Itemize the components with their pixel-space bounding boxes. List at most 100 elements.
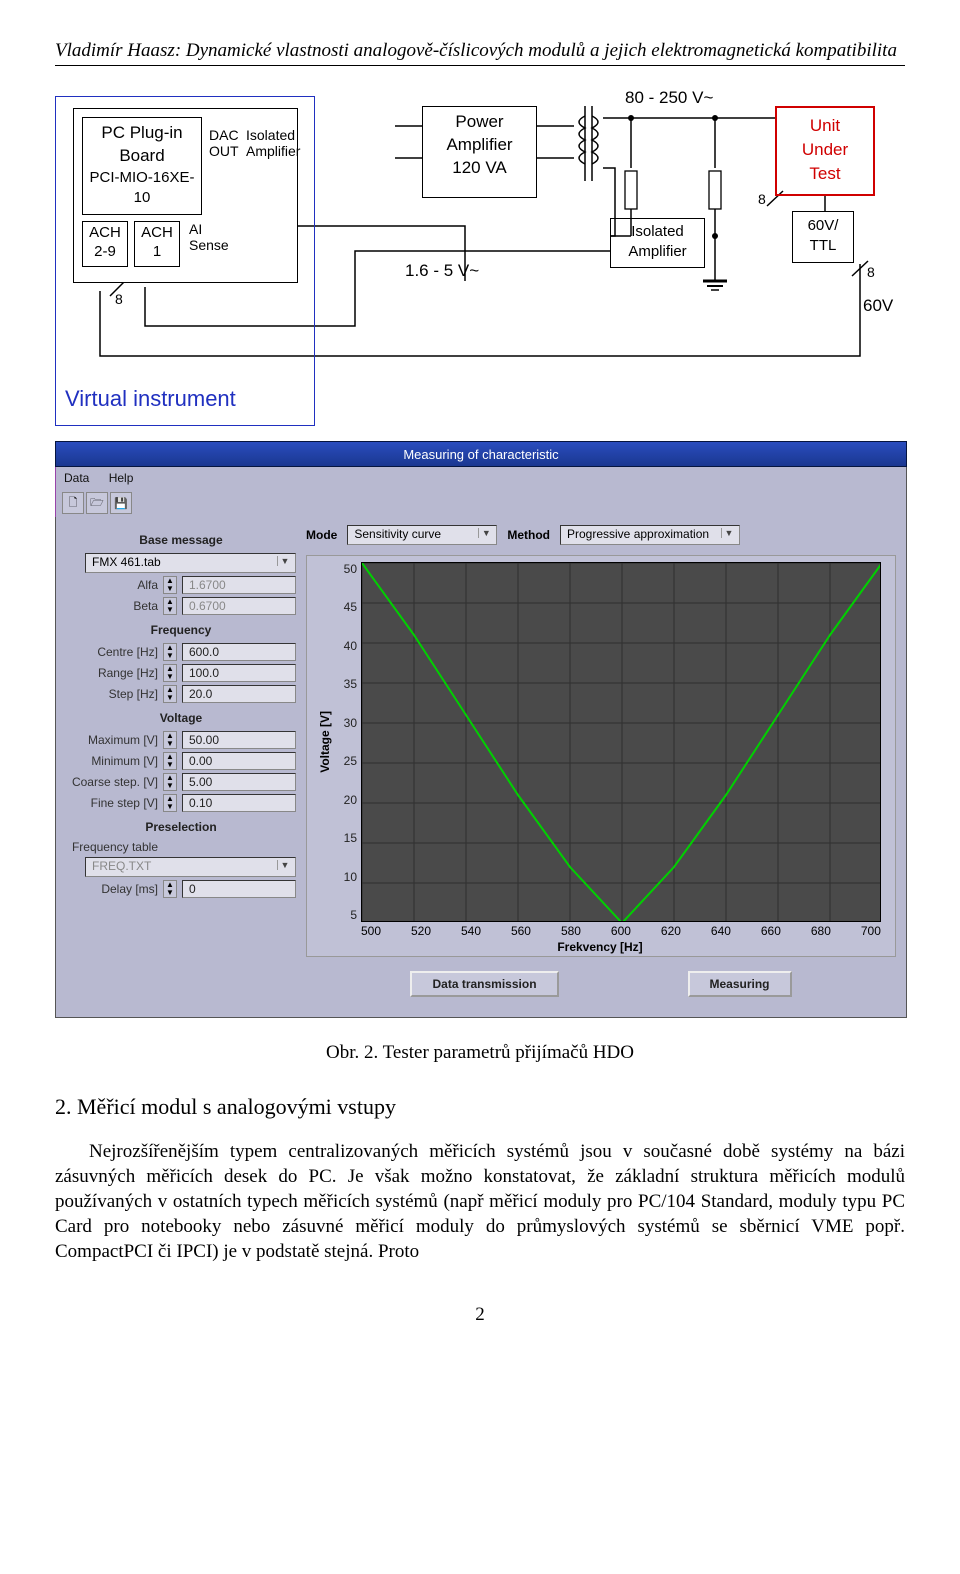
- range-label: Range [Hz]: [66, 666, 158, 680]
- group-frequency: Frequency: [66, 623, 296, 637]
- output-voltage-label: 1.6 - 5 V~: [405, 261, 479, 281]
- bus-width-8a: 8: [115, 291, 123, 307]
- software-screenshot: Measuring of characteristic Data Help 🗋 …: [55, 441, 907, 1018]
- unit-under-test-box: Unit Under Test: [775, 106, 875, 196]
- group-base-message: Base message: [66, 533, 296, 547]
- ach1-l2: 1: [135, 243, 179, 262]
- dac-out-label: DAC OUT: [209, 127, 239, 159]
- 60v-ttl-box: 60V/ TTL: [792, 211, 854, 263]
- measuring-button[interactable]: Measuring: [688, 971, 792, 997]
- vttl-l2: TTL: [793, 236, 853, 256]
- pa-l1: Power: [423, 111, 536, 134]
- data-transmission-button[interactable]: Data transmission: [410, 971, 558, 997]
- centre-label: Centre [Hz]: [66, 645, 158, 659]
- pcb-line1: PC Plug-in: [83, 122, 201, 145]
- step-label: Step [Hz]: [66, 687, 158, 701]
- centre-field[interactable]: 600.0: [182, 643, 296, 661]
- section-heading: 2. Měřicí modul s analogovými vstupy: [55, 1094, 905, 1120]
- freq-table-combo[interactable]: FREQ.TXT: [85, 857, 296, 877]
- ia2-l2: Amplifier: [611, 242, 704, 262]
- ai-sense-label: AI Sense: [189, 221, 229, 253]
- max-label: Maximum [V]: [66, 733, 158, 747]
- pcb-line2: Board: [83, 145, 201, 168]
- uut-l3: Test: [777, 162, 873, 186]
- settings-panel: Base message FMX 461.tab Alfa ▲▼ 1.6700 …: [66, 525, 296, 1003]
- beta-label: Beta: [66, 599, 158, 613]
- ach29-l2: 2-9: [83, 243, 127, 262]
- new-icon[interactable]: 🗋: [62, 492, 84, 514]
- isolated-amp-1-label: Isolated Amplifier: [246, 127, 300, 159]
- coarse-step-field[interactable]: 5.00: [182, 773, 296, 791]
- ia2-l1: Isolated: [611, 222, 704, 242]
- alfa-label: Alfa: [66, 578, 158, 592]
- method-combo[interactable]: Progressive approximation: [560, 525, 740, 545]
- range-stepper[interactable]: ▲▼: [163, 664, 177, 682]
- delay-field[interactable]: 0: [182, 880, 296, 898]
- plot-yticks: 5045403530252015105: [335, 562, 361, 922]
- max-field[interactable]: 50.00: [182, 731, 296, 749]
- fine-step-field[interactable]: 0.10: [182, 794, 296, 812]
- group-voltage: Voltage: [66, 711, 296, 725]
- power-amplifier-box: Power Amplifier 120 VA: [422, 106, 537, 198]
- pcb-line3: PCI-MIO-16XE-10: [83, 168, 201, 209]
- plot-ylabel: Voltage [V]: [318, 711, 332, 773]
- dac-l2: OUT: [209, 143, 239, 159]
- block-diagram: Virtual instrument PC Plug-in Board PCI-…: [55, 96, 905, 431]
- ach-1-box: ACH 1: [134, 221, 180, 267]
- plot-canvas: [361, 562, 881, 922]
- open-icon[interactable]: 🗁: [86, 492, 108, 514]
- mode-combo[interactable]: Sensitivity curve: [347, 525, 497, 545]
- min-stepper[interactable]: ▲▼: [163, 752, 177, 770]
- pa-l3: 120 VA: [423, 157, 536, 180]
- plot-xticks: 500520540560580600620640660680700: [361, 924, 881, 938]
- virtual-instrument-label: Virtual instrument: [65, 386, 236, 412]
- bus-width-8b: 8: [758, 191, 766, 207]
- body-text: Nejrozšířenějším typem centralizovaných …: [55, 1141, 905, 1262]
- alfa-stepper[interactable]: ▲▼: [163, 576, 177, 594]
- mode-label: Mode: [306, 528, 337, 542]
- body-paragraph: Nejrozšířenějším typem centralizovaných …: [55, 1139, 905, 1264]
- centre-stepper[interactable]: ▲▼: [163, 643, 177, 661]
- voltage-range-label: 80 - 250 V~: [625, 88, 713, 108]
- ia1-l1: Isolated: [246, 127, 300, 143]
- menu-data[interactable]: Data: [64, 471, 89, 485]
- uut-l1: Unit: [777, 114, 873, 138]
- min-field[interactable]: 0.00: [182, 752, 296, 770]
- menu-help[interactable]: Help: [109, 471, 134, 485]
- max-stepper[interactable]: ▲▼: [163, 731, 177, 749]
- plot-panel: Mode Sensitivity curve Method Progressiv…: [306, 525, 896, 1003]
- group-preselection: Preselection: [66, 820, 296, 834]
- 60v-label: 60V: [863, 296, 893, 316]
- ach1-l1: ACH: [135, 224, 179, 243]
- toolbar: 🗋 🗁 💾: [55, 489, 907, 517]
- pc-board-box: PC Plug-in Board PCI-MIO-16XE-10 ACH 2-9…: [73, 108, 298, 283]
- coarse-step-label: Coarse step. [V]: [66, 775, 158, 789]
- alfa-field[interactable]: 1.6700: [182, 576, 296, 594]
- fine-step-label: Fine step [V]: [66, 796, 158, 810]
- ia1-l2: Amplifier: [246, 143, 300, 159]
- beta-stepper[interactable]: ▲▼: [163, 597, 177, 615]
- dac-l1: DAC: [209, 127, 239, 143]
- window-title-bar: Measuring of characteristic: [55, 441, 907, 467]
- base-file-combo[interactable]: FMX 461.tab: [85, 553, 296, 573]
- save-icon[interactable]: 💾: [110, 492, 132, 514]
- page-number: 2: [55, 1304, 905, 1326]
- delay-stepper[interactable]: ▲▼: [163, 880, 177, 898]
- step-stepper[interactable]: ▲▼: [163, 685, 177, 703]
- plot-xlabel: Frekvency [Hz]: [315, 940, 885, 954]
- min-label: Minimum [V]: [66, 754, 158, 768]
- pc-plug-in-board: PC Plug-in Board PCI-MIO-16XE-10: [82, 117, 202, 215]
- ai-l2: Sense: [189, 237, 229, 253]
- fine-step-stepper[interactable]: ▲▼: [163, 794, 177, 812]
- ai-l1: AI: [189, 221, 229, 237]
- ach-2-9-box: ACH 2-9: [82, 221, 128, 267]
- step-field[interactable]: 20.0: [182, 685, 296, 703]
- isolated-amp-2-box: Isolated Amplifier: [610, 218, 705, 268]
- coarse-step-stepper[interactable]: ▲▼: [163, 773, 177, 791]
- range-field[interactable]: 100.0: [182, 664, 296, 682]
- ach29-l1: ACH: [83, 224, 127, 243]
- freq-table-label: Frequency table: [66, 840, 158, 854]
- sensitivity-plot: Voltage [V] 5045403530252015105 50052054…: [306, 555, 896, 957]
- beta-field[interactable]: 0.6700: [182, 597, 296, 615]
- menu-bar: Data Help: [55, 467, 907, 489]
